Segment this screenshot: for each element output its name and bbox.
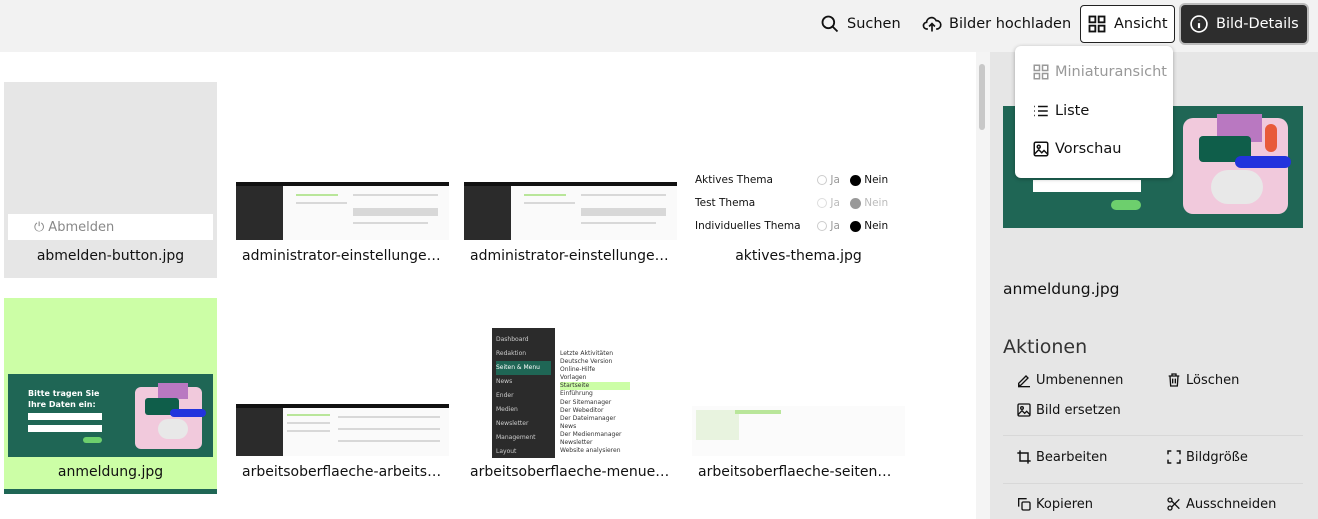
search-label: Suchen <box>847 16 901 32</box>
upload-button[interactable]: Bilder hochladen <box>914 5 1079 43</box>
file-name: administrator-einstellungen... <box>470 248 677 264</box>
view-button[interactable]: Ansicht <box>1080 5 1175 43</box>
menu-item-preview[interactable]: Vorschau <box>1032 140 1121 158</box>
copy-icon <box>1018 498 1031 511</box>
thumb-text: Aktives Thema <box>695 174 773 186</box>
cut-action[interactable]: Ausschneiden <box>1166 496 1276 512</box>
power-icon: ⏻ <box>34 219 45 235</box>
details-label: Bild-Details <box>1216 16 1299 32</box>
file-tile-selected[interactable]: Bitte tragen Sie Ihre Daten ein: anmeldu… <box>4 298 217 494</box>
list-icon <box>1034 105 1048 117</box>
info-icon <box>1190 15 1208 33</box>
image-icon <box>1017 403 1031 417</box>
image-details-button[interactable]: Bild-Details <box>1181 5 1307 43</box>
file-name: abmelden-button.jpg <box>36 248 185 264</box>
edit-action[interactable]: Bearbeiten <box>1016 449 1107 465</box>
menu-item-list[interactable]: Liste <box>1032 102 1089 120</box>
view-dropdown-menu: Miniaturansicht Liste Vorschau <box>1015 46 1173 178</box>
grid-scrollbar[interactable] <box>976 52 990 519</box>
scissors-icon <box>1167 497 1180 511</box>
thumbnail: ⏻ Abmelden <box>8 214 213 240</box>
replace-image-action[interactable]: Bild ersetzen <box>1016 402 1121 418</box>
actions-heading: Aktionen <box>1003 336 1088 358</box>
file-tile[interactable]: Dashboard Redaktion Seiten & Menu News Ender… <box>464 298 677 494</box>
thumbnail: Bitte tragen Sie Ihre Daten ein: <box>8 374 213 457</box>
image-icon <box>1033 141 1049 157</box>
file-name: arbeitsoberflaeche-menueb... <box>470 464 677 480</box>
file-tile[interactable]: arbeitsoberflaeche-arbeits-... <box>236 298 449 494</box>
cloud-upload-icon <box>922 16 942 32</box>
file-name: aktives-thema.jpg <box>735 248 862 264</box>
image-grid: ⏻ Abmelden abmelden-button.jpg administra… <box>0 52 976 519</box>
file-tile[interactable]: Aktives Thema Test Thema Individuelles T… <box>692 82 905 278</box>
file-tile[interactable]: administrator-einstellungen... <box>236 82 449 278</box>
grid-icon <box>1033 64 1049 80</box>
upload-label: Bilder hochladen <box>949 16 1072 32</box>
thumb-text: Abmelden <box>48 219 115 235</box>
thumbnail <box>236 182 449 240</box>
file-tile[interactable]: administrator-einstellungen... <box>464 82 677 278</box>
search-icon <box>821 15 839 33</box>
view-label: Ansicht <box>1114 16 1168 32</box>
thumb-text: Bitte tragen Sie Ihre Daten ein: <box>28 389 100 409</box>
thumbnail <box>692 406 905 456</box>
file-tile[interactable]: arbeitsoberflaeche-seitenei... <box>692 298 905 494</box>
file-tile[interactable]: ⏻ Abmelden abmelden-button.jpg <box>4 82 217 278</box>
thumb-text: Test Thema <box>695 197 756 209</box>
file-name: anmeldung.jpg <box>57 464 164 480</box>
copy-action[interactable]: Kopieren <box>1016 496 1093 512</box>
file-name: administrator-einstellungen... <box>242 248 449 264</box>
search-button[interactable]: Suchen <box>812 5 909 43</box>
pencil-icon <box>1018 375 1030 388</box>
thumbnail <box>236 404 449 456</box>
thumbnail: Aktives Thema Test Thema Individuelles T… <box>695 174 889 232</box>
resize-icon <box>1167 450 1181 464</box>
thumbnail: Dashboard Redaktion Seiten & Menu News Ender… <box>492 328 649 458</box>
grid-icon <box>1088 15 1106 33</box>
detail-file-name: anmeldung.jpg <box>1003 280 1120 298</box>
rename-action[interactable]: Umbenennen <box>1016 372 1123 388</box>
file-name: arbeitsoberflaeche-arbeits-... <box>242 464 446 480</box>
file-name: arbeitsoberflaeche-seitenei... <box>698 464 904 480</box>
toolbar: Suchen Bilder hochladen Ansicht Bild-Det… <box>0 0 1318 52</box>
menu-item-thumbnails[interactable]: Miniaturansicht <box>1032 63 1167 81</box>
trash-icon <box>1168 373 1180 387</box>
scrollbar-thumb[interactable] <box>979 64 985 130</box>
resize-action[interactable]: Bildgröße <box>1166 449 1248 465</box>
thumb-text: Individuelles Thema <box>695 220 801 232</box>
delete-action[interactable]: Löschen <box>1166 372 1239 388</box>
crop-icon <box>1017 450 1031 464</box>
thumbnail <box>464 182 677 240</box>
